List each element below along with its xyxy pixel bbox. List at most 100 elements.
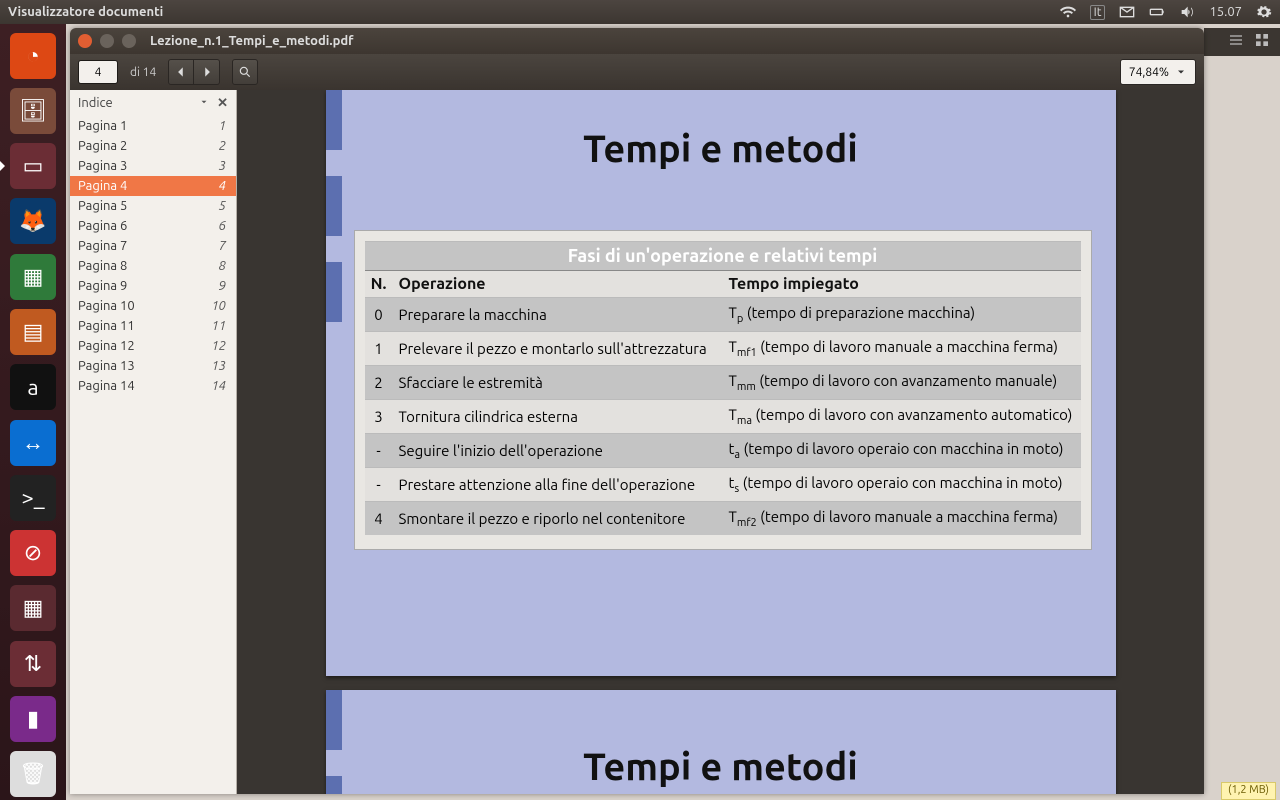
index-sidebar: Indice ✕ Pagina 11Pagina 22Pagina 33Pagi… bbox=[70, 90, 237, 794]
index-row-label: Pagina 10 bbox=[78, 299, 135, 313]
launcher-dash[interactable]: ◔ bbox=[7, 30, 59, 81]
index-row[interactable]: Pagina 66 bbox=[70, 216, 236, 236]
zoom-selector[interactable]: 74,84% bbox=[1120, 59, 1196, 85]
index-row-number: 11 bbox=[211, 319, 226, 333]
index-row-number: 6 bbox=[219, 219, 226, 233]
clock[interactable]: 15.07 bbox=[1209, 5, 1242, 19]
sidebar-close-button[interactable]: ✕ bbox=[217, 96, 228, 111]
launcher-calc[interactable]: ▦ bbox=[7, 251, 59, 302]
launcher-firefox[interactable]: 🦊 bbox=[7, 196, 59, 247]
cell-op: Prelevare il pezzo e montarlo sull'attre… bbox=[393, 332, 723, 366]
index-row[interactable]: Pagina 5 5 bbox=[70, 196, 236, 216]
cell-time: Tma (tempo di lavoro con avanzamento aut… bbox=[723, 400, 1081, 434]
cell-op: Sfacciare le estremità bbox=[393, 366, 723, 400]
sidebar-header: Indice ✕ bbox=[70, 90, 236, 116]
document-area[interactable]: Tempi e metodi Fasi di un'operazione e r… bbox=[237, 90, 1204, 794]
grid-view-icon[interactable] bbox=[1254, 32, 1270, 52]
index-row-number: 2 bbox=[219, 139, 226, 153]
index-list[interactable]: Pagina 11Pagina 22Pagina 33Pagina 44Pagi… bbox=[70, 116, 236, 794]
index-row[interactable]: Pagina 77 bbox=[70, 236, 236, 256]
index-row[interactable]: Pagina 33 bbox=[70, 156, 236, 176]
battery-icon[interactable] bbox=[1149, 4, 1165, 20]
table-body: 0Preparare la macchinaTp (tempo di prepa… bbox=[365, 298, 1081, 536]
document-viewer-window: Lezione_n.1_Tempi_e_metodi.pdf di 14 74,… bbox=[70, 28, 1204, 794]
launcher-teamviewer[interactable]: ↔ bbox=[7, 417, 59, 468]
col-header-n: N. bbox=[365, 271, 393, 298]
wifi-icon[interactable] bbox=[1060, 4, 1076, 20]
cell-n: 4 bbox=[365, 502, 393, 536]
cell-op: Seguire l'inizio dell'operazione bbox=[393, 434, 723, 468]
window-maximize-button[interactable] bbox=[122, 34, 136, 48]
trash-icon: 🗑 bbox=[10, 751, 56, 797]
index-row-label: Pagina 3 bbox=[78, 159, 127, 173]
index-row-label: Pagina 8 bbox=[78, 259, 127, 273]
cell-n: - bbox=[365, 434, 393, 468]
index-row-number: 8 bbox=[219, 259, 226, 273]
cell-time: ta (tempo di lavoro operaio con macchina… bbox=[723, 434, 1081, 468]
window-close-button[interactable] bbox=[78, 34, 92, 48]
index-row[interactable]: Pagina 14 14 bbox=[70, 376, 236, 396]
toolbar: di 14 74,84% bbox=[70, 54, 1204, 90]
pdf-page-current: Tempi e metodi Fasi di un'operazione e r… bbox=[326, 90, 1116, 676]
index-row-label: Pagina 13 bbox=[78, 359, 135, 373]
phase-table: Fasi di un'operazione e relativi tempi N… bbox=[365, 241, 1081, 535]
mail-icon[interactable] bbox=[1119, 4, 1135, 20]
index-row-number: 7 bbox=[219, 239, 226, 253]
sidebar-title: Indice bbox=[78, 96, 113, 110]
window-minimize-button[interactable] bbox=[100, 34, 114, 48]
index-row-label: Pagina 2 bbox=[78, 139, 127, 153]
index-row[interactable]: Pagina 99 bbox=[70, 276, 236, 296]
chevron-down-icon bbox=[1175, 66, 1187, 78]
launcher-amazon[interactable]: a bbox=[7, 362, 59, 413]
list-view-icon[interactable] bbox=[1228, 32, 1244, 52]
settings-gear-icon[interactable] bbox=[1256, 4, 1272, 20]
launcher-workspaces[interactable]: ▦ bbox=[7, 583, 59, 634]
index-row-label: Pagina 5 bbox=[78, 199, 127, 213]
launcher-docviewer[interactable]: ▭ bbox=[7, 141, 59, 192]
workspaces-icon: ▦ bbox=[10, 585, 56, 631]
page-number-input[interactable] bbox=[78, 60, 118, 84]
keyboard-lang-indicator[interactable]: It bbox=[1090, 5, 1106, 20]
sidebar-mode-dropdown[interactable] bbox=[199, 96, 209, 110]
launcher-impress[interactable]: ▤ bbox=[7, 306, 59, 357]
index-row[interactable]: Pagina 13 13 bbox=[70, 356, 236, 376]
table-row: -Prestare attenzione alla fine dell'oper… bbox=[365, 468, 1081, 502]
cell-time: Tmf1 (tempo di lavoro manuale a macchina… bbox=[723, 332, 1081, 366]
index-row[interactable]: Pagina 44 bbox=[70, 176, 236, 196]
index-row-label: Pagina 14 bbox=[78, 379, 135, 393]
volume-icon[interactable] bbox=[1179, 4, 1195, 20]
right-panel-toggles bbox=[1204, 28, 1280, 56]
search-button[interactable] bbox=[232, 59, 258, 85]
index-row[interactable]: Pagina 11 bbox=[70, 116, 236, 136]
index-row[interactable]: Pagina 1212 bbox=[70, 336, 236, 356]
table-row: 0Preparare la macchinaTp (tempo di prepa… bbox=[365, 298, 1081, 332]
window-titlebar[interactable]: Lezione_n.1_Tempi_e_metodi.pdf bbox=[70, 28, 1204, 54]
launcher-pdf[interactable]: ⊘ bbox=[7, 528, 59, 579]
index-row-number: 10 bbox=[211, 299, 226, 313]
launcher-files[interactable]: 🗄 bbox=[7, 85, 59, 136]
launcher-terminal[interactable]: >_ bbox=[7, 472, 59, 523]
next-page-button[interactable] bbox=[194, 59, 220, 85]
launcher-trash[interactable]: 🗑 bbox=[7, 749, 59, 800]
cell-n: 3 bbox=[365, 400, 393, 434]
index-row-label: Pagina 11 bbox=[78, 319, 135, 333]
index-row-number: 4 bbox=[219, 179, 226, 193]
cell-op: Prestare attenzione alla fine dell'opera… bbox=[393, 468, 723, 502]
pdf-page-next: Tempi e metodi bbox=[326, 690, 1116, 794]
active-app-title: Visualizzatore documenti bbox=[8, 5, 163, 19]
index-row[interactable]: Pagina 11 11 bbox=[70, 316, 236, 336]
col-header-time: Tempo impiegato bbox=[723, 271, 1081, 298]
launcher-usb[interactable]: ⇅ bbox=[7, 638, 59, 689]
table-row: 2Sfacciare le estremitàTmm (tempo di lav… bbox=[365, 366, 1081, 400]
prev-page-button[interactable] bbox=[168, 59, 194, 85]
index-row-label: Pagina 9 bbox=[78, 279, 127, 293]
index-row-number: 13 bbox=[211, 359, 226, 373]
table-title: Fasi di un'operazione e relativi tempi bbox=[365, 242, 1081, 271]
index-row-number: 14 bbox=[211, 379, 226, 393]
index-row[interactable]: Pagina 2 2 bbox=[70, 136, 236, 156]
index-row-number: 5 bbox=[219, 199, 226, 213]
launcher-panel[interactable]: ▮ bbox=[7, 693, 59, 744]
index-row[interactable]: Pagina 8 8 bbox=[70, 256, 236, 276]
index-row[interactable]: Pagina 10 10 bbox=[70, 296, 236, 316]
table-row: 4Smontare il pezzo e riporlo nel conteni… bbox=[365, 502, 1081, 536]
